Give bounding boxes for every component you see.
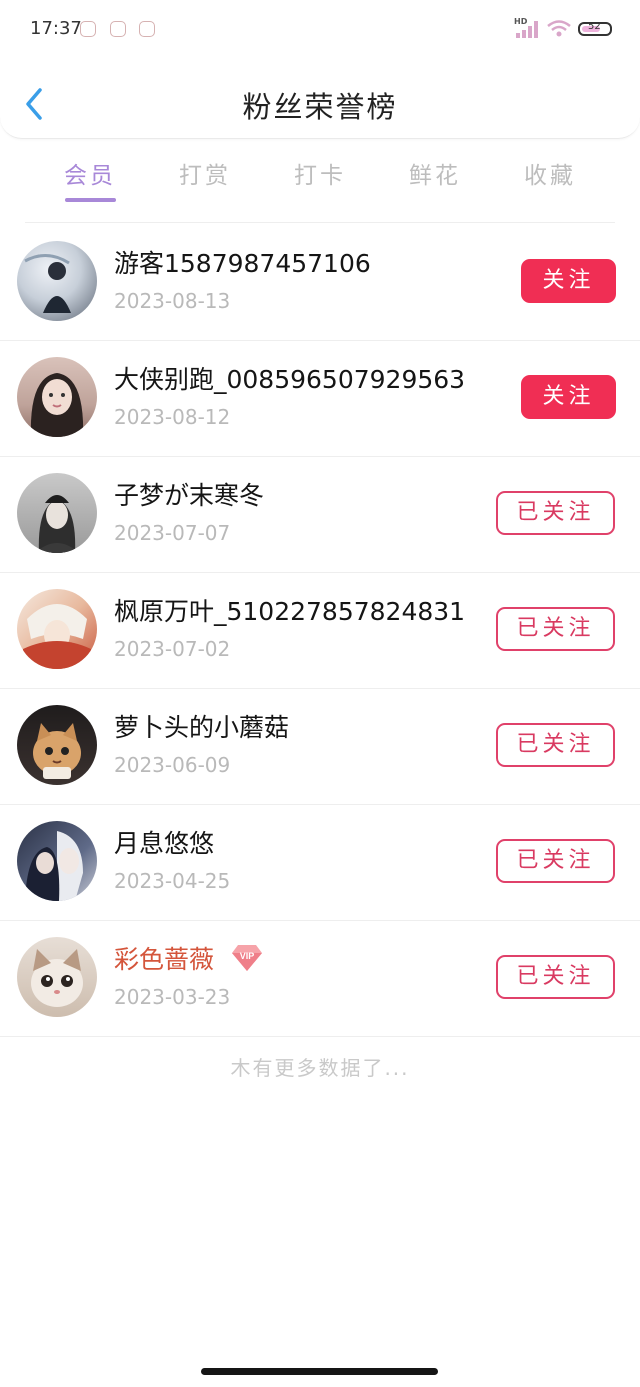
active-tab-indicator [65, 198, 116, 202]
list-item[interactable]: 彩色蔷薇 VIP 2023-03-23 已关注 [0, 920, 640, 1037]
fan-name-text: 彩色蔷薇 [114, 945, 215, 974]
join-date: 2023-07-02 [114, 637, 231, 661]
tab-bar: 会员 打赏 打卡 鲜花 收藏 [0, 150, 640, 206]
following-button[interactable]: 已关注 [496, 955, 615, 999]
avatar[interactable] [17, 357, 97, 437]
avatar[interactable] [17, 473, 97, 553]
vip-diamond-icon: VIP [228, 943, 266, 979]
list-item[interactable]: 萝卜头的小蘑菇 2023-06-09 已关注 [0, 688, 640, 805]
divider [25, 222, 615, 223]
following-button[interactable]: 已关注 [496, 839, 615, 883]
join-date: 2023-06-09 [114, 753, 231, 777]
fan-name: 枫原万叶_510227857824831 [114, 597, 466, 626]
avatar[interactable] [17, 821, 97, 901]
avatar[interactable] [17, 937, 97, 1017]
no-more-data-text: 木有更多数据了... [230, 1056, 410, 1080]
list-item[interactable]: 游客1587987457106 2023-08-13 关注 [0, 224, 640, 341]
join-date: 2023-08-13 [114, 289, 231, 313]
avatar[interactable] [17, 241, 97, 321]
following-button[interactable]: 已关注 [496, 723, 615, 767]
list-item[interactable]: 子梦が末寒冬 2023-07-07 已关注 [0, 456, 640, 573]
join-date: 2023-07-07 [114, 521, 231, 545]
list-item[interactable]: 大侠别跑_008596507929563 2023-08-12 关注 [0, 340, 640, 457]
fan-name: 子梦が末寒冬 [114, 481, 265, 510]
vip-badge-text: VIP [240, 951, 255, 961]
following-button[interactable]: 已关注 [496, 607, 615, 651]
fan-name: 萝卜头的小蘑菇 [114, 713, 290, 742]
list-item[interactable]: 月息悠悠 2023-04-25 已关注 [0, 804, 640, 921]
fan-name: 彩色蔷薇 VIP [114, 940, 266, 979]
fan-name: 游客1587987457106 [114, 249, 371, 278]
following-button[interactable]: 已关注 [496, 491, 615, 535]
tab-flowers[interactable]: 鲜花 [390, 156, 480, 190]
join-date: 2023-03-23 [114, 985, 231, 1009]
avatar[interactable] [17, 705, 97, 785]
home-indicator[interactable] [201, 1368, 438, 1375]
fan-name: 月息悠悠 [114, 829, 215, 858]
join-date: 2023-08-12 [114, 405, 231, 429]
tab-member[interactable]: 会员 [45, 156, 135, 190]
nav-header: 粉丝荣誉榜 [0, 0, 640, 139]
tab-reward[interactable]: 打赏 [160, 156, 250, 190]
tab-favorites[interactable]: 收藏 [505, 156, 595, 190]
avatar[interactable] [17, 589, 97, 669]
page-title: 粉丝荣誉榜 [242, 90, 398, 124]
fan-name: 大侠别跑_008596507929563 [114, 365, 466, 394]
list-item[interactable]: 枫原万叶_510227857824831 2023-07-02 已关注 [0, 572, 640, 689]
tab-checkin[interactable]: 打卡 [275, 156, 365, 190]
join-date: 2023-04-25 [114, 869, 231, 893]
follow-button[interactable]: 关注 [521, 375, 616, 419]
follow-button[interactable]: 关注 [521, 259, 616, 303]
